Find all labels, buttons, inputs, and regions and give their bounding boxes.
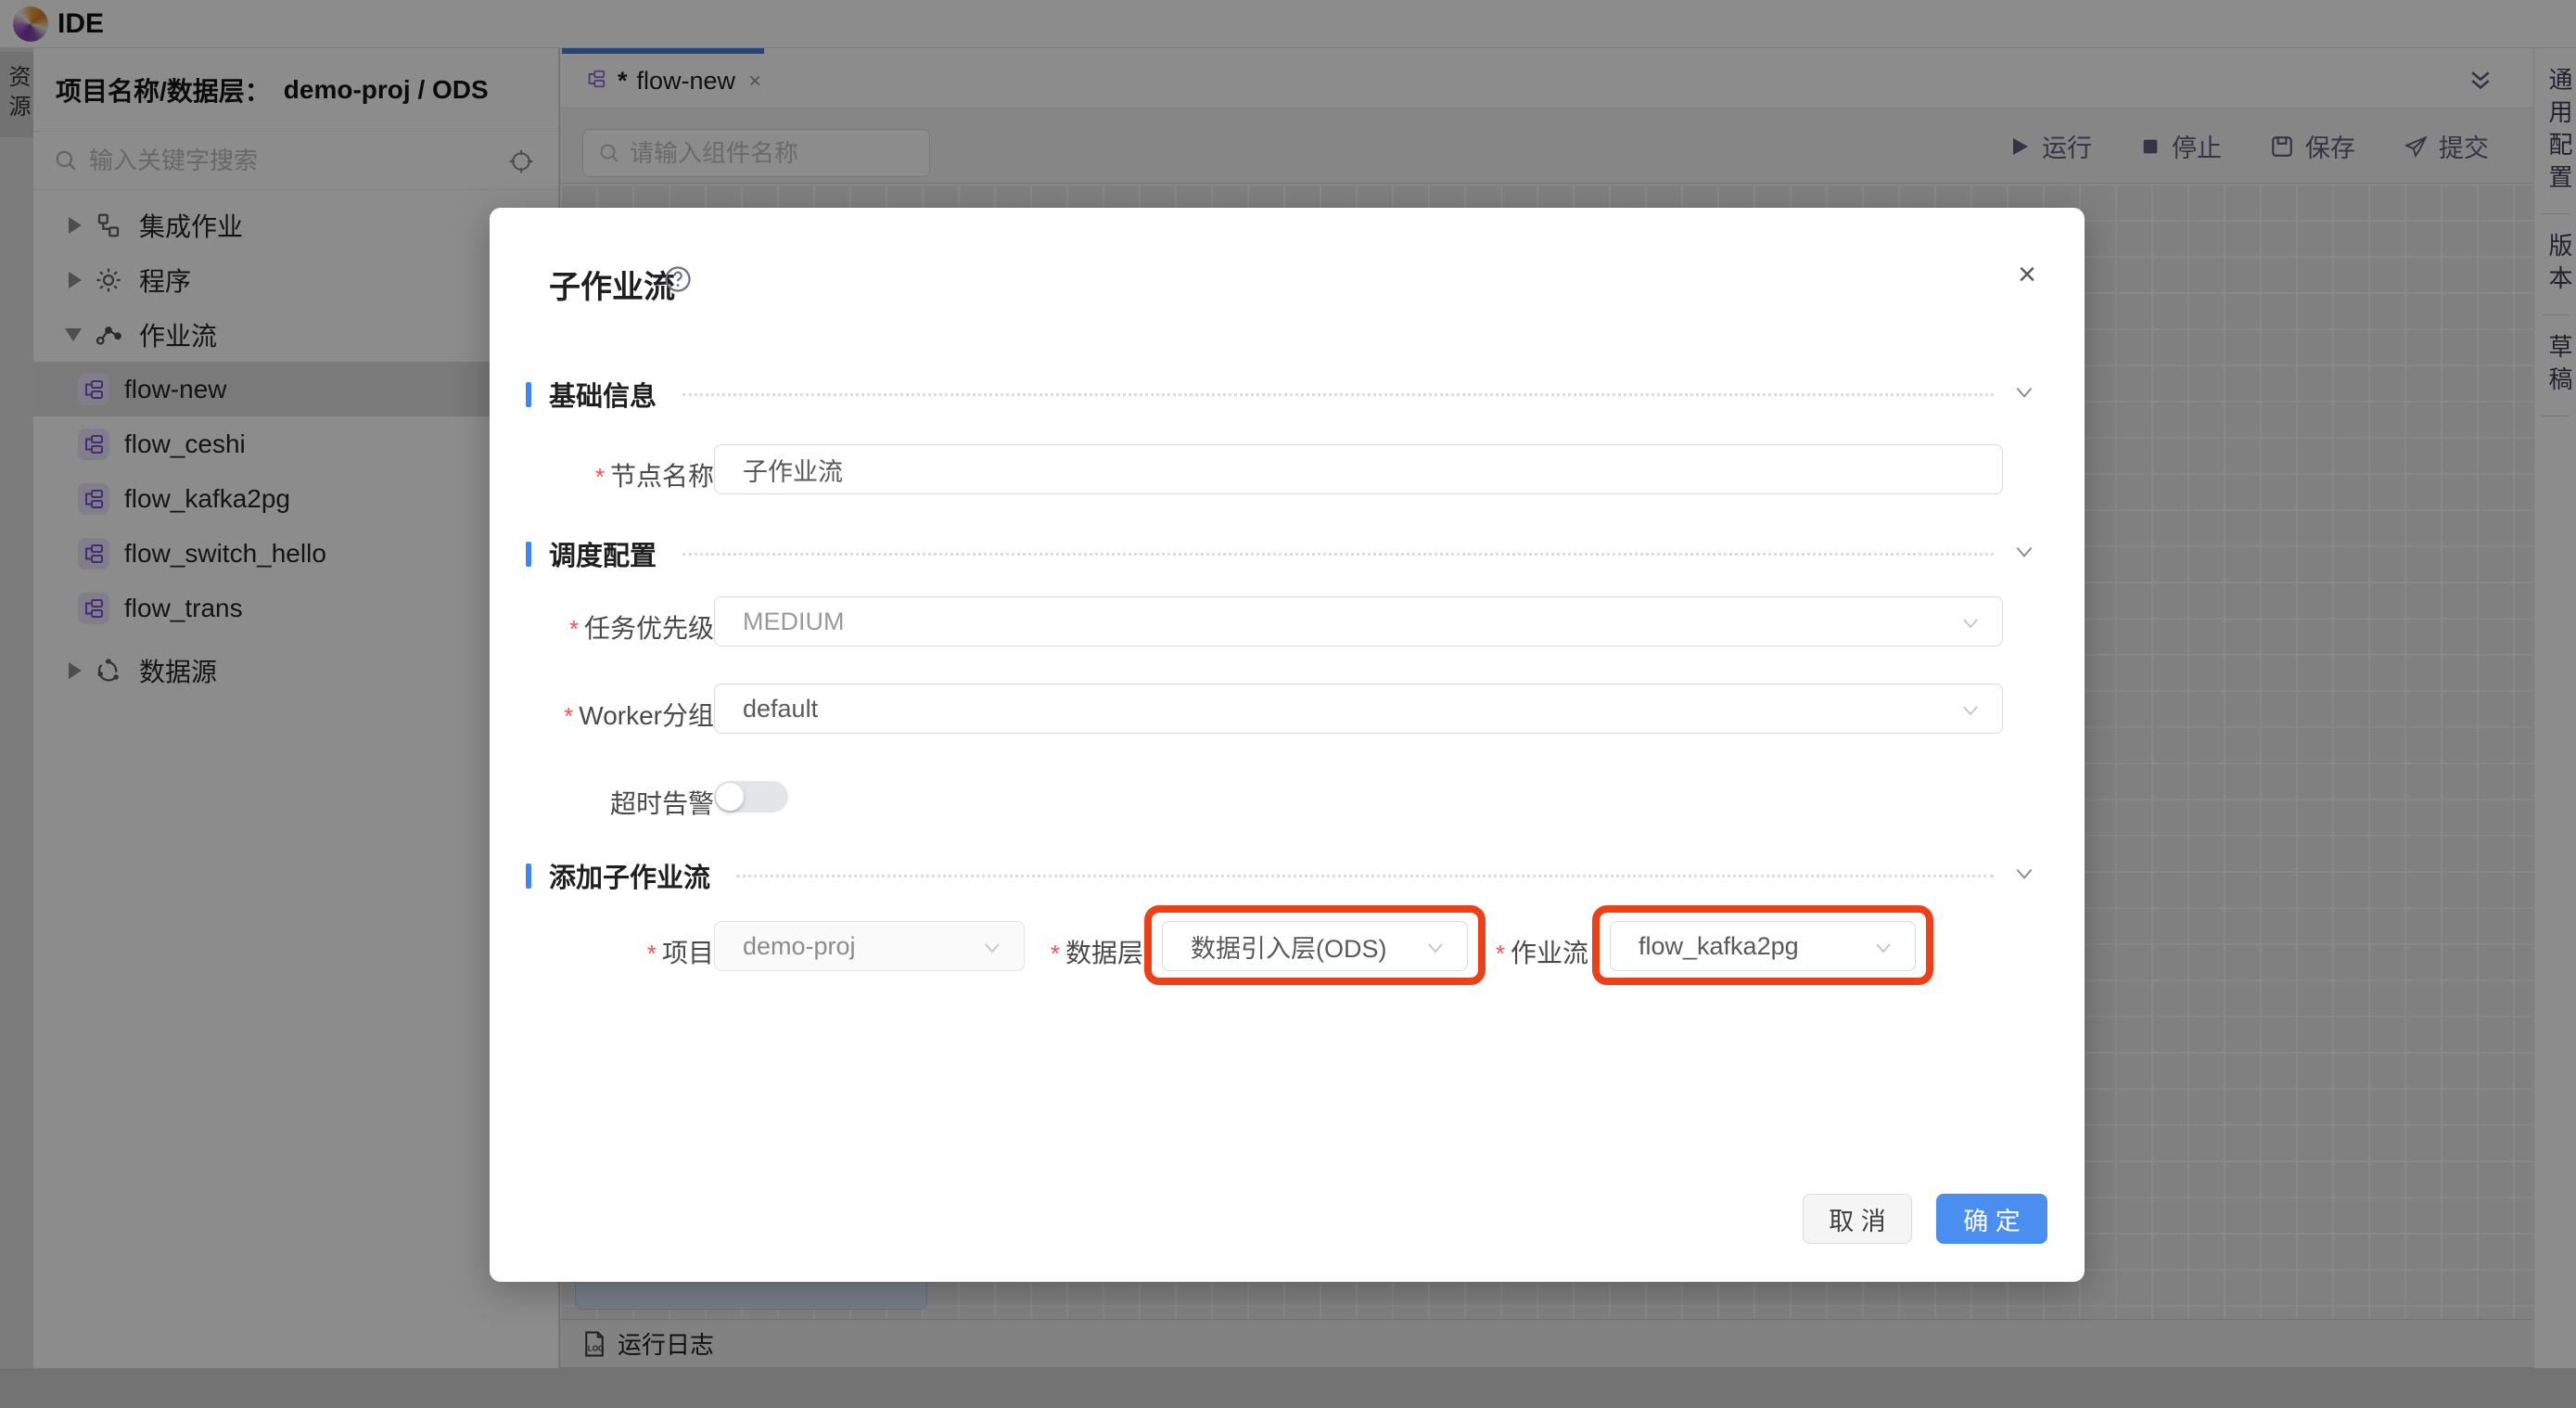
dialog-title: 子作业流	[549, 270, 675, 305]
chevron-down-icon[interactable]	[2012, 862, 2036, 890]
required-asterisk: *	[1050, 940, 1060, 967]
required-asterisk: *	[1495, 940, 1505, 967]
worker-group-select[interactable]: default	[714, 684, 2003, 734]
field-label: * 数据层	[1050, 939, 1143, 967]
toggle-knob	[716, 783, 744, 811]
timeout-alarm-toggle[interactable]	[714, 781, 788, 813]
chevron-down-icon	[1959, 612, 1982, 641]
priority-select[interactable]: MEDIUM	[714, 596, 2003, 646]
required-asterisk: *	[594, 463, 605, 491]
section-basic-info: 基础信息	[526, 379, 2036, 412]
confirm-button[interactable]: 确 定	[1936, 1194, 2047, 1244]
node-name-input[interactable]	[714, 444, 2003, 494]
section-add-subworkflow: 添加子作业流	[526, 861, 2036, 893]
chevron-down-icon	[1959, 699, 1982, 728]
cancel-button[interactable]: 取 消	[1803, 1194, 1912, 1244]
section-accent-bar	[526, 863, 531, 889]
chevron-down-icon[interactable]	[2012, 380, 2036, 409]
divider	[682, 392, 1994, 396]
required-asterisk: *	[646, 940, 657, 967]
highlight-box-data-layer	[1144, 905, 1486, 985]
chevron-down-icon[interactable]	[2012, 540, 2036, 569]
chevron-down-icon	[981, 937, 1003, 966]
section-schedule-config: 调度配置	[526, 539, 2036, 571]
field-label: * 节点名称	[594, 462, 714, 491]
divider	[736, 874, 1994, 877]
help-icon[interactable]	[664, 265, 692, 298]
field-label: 超时告警	[609, 789, 714, 818]
field-label: * 项目	[646, 939, 714, 967]
required-asterisk: *	[564, 702, 574, 730]
close-icon[interactable]: ×	[2007, 254, 2047, 295]
section-accent-bar	[526, 541, 531, 567]
project-select[interactable]: demo-proj	[714, 921, 1025, 971]
divider	[682, 552, 1994, 556]
section-accent-bar	[526, 381, 531, 407]
field-label: * 任务优先级	[568, 614, 714, 643]
highlight-box-workflow	[1592, 905, 1933, 985]
required-asterisk: *	[568, 615, 579, 643]
subworkflow-dialog: 子作业流 × 基础信息 *节点名称 调度配置 *任务优先级 MEDIUM *Wo…	[490, 208, 2085, 1282]
field-label: * Worker分组	[564, 701, 714, 730]
